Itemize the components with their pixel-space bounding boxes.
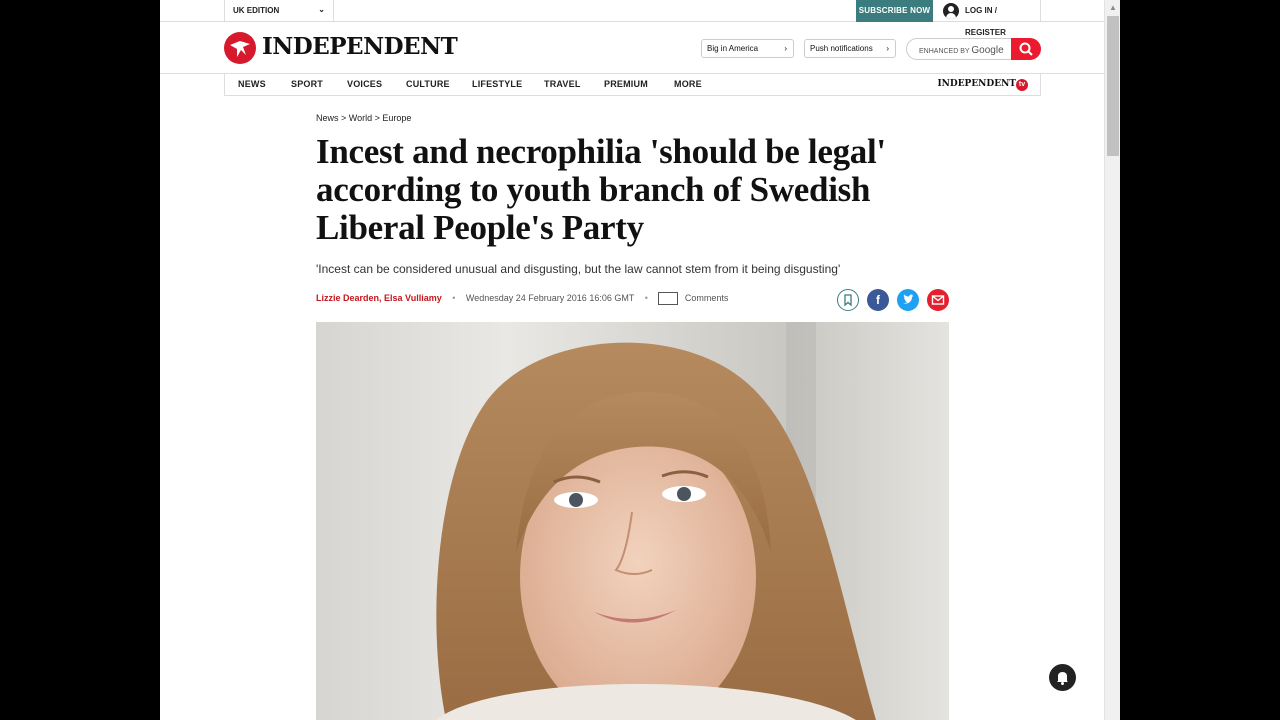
- facebook-share-icon[interactable]: f: [867, 289, 889, 311]
- separator-dot: •: [452, 292, 456, 303]
- twitter-share-icon[interactable]: [897, 289, 919, 311]
- big-in-america-button[interactable]: Big in America ›: [701, 39, 794, 58]
- nav-item-news[interactable]: NEWS: [238, 79, 266, 89]
- article-photo: [316, 322, 949, 720]
- search-input[interactable]: ENHANCED BY Google: [906, 38, 1012, 60]
- user-icon: [943, 3, 959, 19]
- login-register-link[interactable]: LOG IN / REGISTER: [933, 0, 1041, 37]
- article-headline: Incest and necrophilia 'should be legal'…: [316, 132, 886, 247]
- article-date: Wednesday 24 February 2016 16:06 GMT: [465, 292, 635, 303]
- edition-label: UK EDITION: [233, 6, 280, 15]
- vertical-scrollbar[interactable]: ▲: [1104, 0, 1120, 720]
- search-prefix: ENHANCED BY: [919, 48, 970, 55]
- nav-item-voices[interactable]: VOICES: [347, 79, 382, 89]
- eagle-logo-icon[interactable]: [224, 32, 256, 64]
- scroll-up-icon[interactable]: ▲: [1105, 0, 1120, 16]
- chevron-down-icon: ⌄: [318, 5, 325, 14]
- independent-tv-label: INDEPENDENT: [937, 79, 1016, 89]
- nav-item-premium[interactable]: PREMIUM: [604, 79, 648, 89]
- push-notifications-label: Push notifications: [810, 44, 873, 53]
- article-byline: Lizzie Dearden, Elsa Vulliamy • Wednesda…: [316, 292, 728, 305]
- comments-link[interactable]: Comments: [685, 293, 729, 303]
- notification-bell-icon[interactable]: [1049, 664, 1076, 691]
- search-button[interactable]: [1011, 38, 1041, 60]
- bookmark-icon[interactable]: [837, 289, 859, 311]
- chevron-right-icon: ›: [886, 44, 889, 53]
- breadcrumb[interactable]: News > World > Europe: [316, 113, 411, 123]
- nav-item-lifestyle[interactable]: LIFESTYLE: [472, 79, 522, 89]
- big-in-america-label: Big in America: [707, 44, 759, 53]
- subscribe-button[interactable]: SUBSCRIBE NOW: [856, 0, 933, 22]
- article-standfirst: 'Incest can be considered unusual and di…: [316, 262, 841, 276]
- tv-badge: tv: [1016, 79, 1028, 91]
- scrollbar-thumb[interactable]: [1107, 16, 1119, 156]
- main-nav: NEWS SPORT VOICES CULTURE LIFESTYLE TRAV…: [224, 74, 1041, 96]
- site-logo[interactable]: INDEPENDENT: [262, 33, 458, 60]
- push-notifications-button[interactable]: Push notifications ›: [804, 39, 896, 58]
- independent-tv-link[interactable]: INDEPENDENT tv: [937, 79, 1028, 91]
- masthead: INDEPENDENT Big in America › Push notifi…: [160, 22, 1104, 74]
- nav-item-sport[interactable]: SPORT: [291, 79, 323, 89]
- search-icon: [1019, 42, 1033, 56]
- search-brand: Google: [971, 45, 1004, 56]
- top-bar: UK EDITION ⌄ SUBSCRIBE NOW LOG IN / REGI…: [160, 0, 1104, 37]
- browser-viewport: UK EDITION ⌄ SUBSCRIBE NOW LOG IN / REGI…: [160, 0, 1120, 720]
- separator-dot: •: [644, 292, 648, 303]
- chevron-right-icon: ›: [784, 44, 787, 53]
- nav-item-more[interactable]: MORE: [674, 79, 702, 89]
- nav-item-culture[interactable]: CULTURE: [406, 79, 450, 89]
- author-links[interactable]: Lizzie Dearden, Elsa Vulliamy: [316, 293, 442, 303]
- comment-icon[interactable]: [658, 292, 679, 305]
- email-share-icon[interactable]: [927, 289, 949, 311]
- nav-item-travel[interactable]: TRAVEL: [544, 79, 581, 89]
- edition-selector[interactable]: UK EDITION ⌄: [224, 0, 334, 22]
